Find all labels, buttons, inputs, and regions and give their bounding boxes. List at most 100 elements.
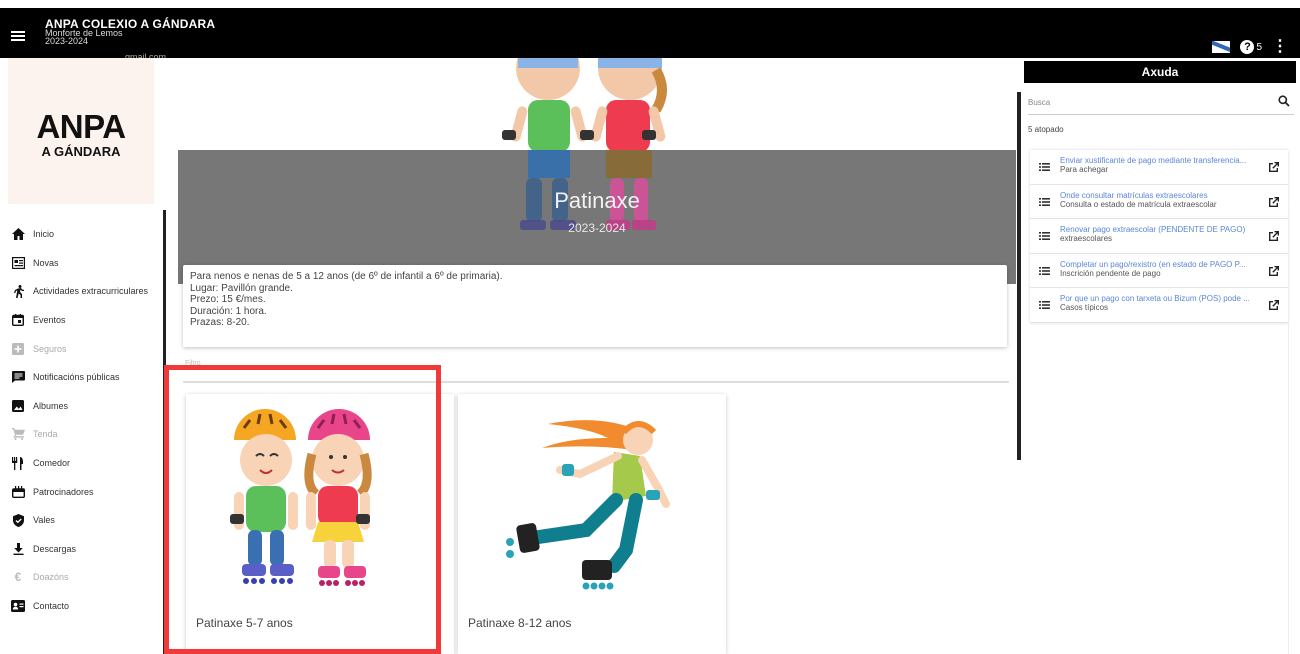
- sidebar-item-actividades[interactable]: Actividades extracurriculares: [11, 277, 171, 306]
- sidebar-item-label: Descargas: [33, 543, 77, 554]
- group-label: Patinaxe 8-12 anos: [468, 616, 572, 630]
- sidebar-item-label: Novas: [33, 257, 59, 268]
- sidebar-item-comedor[interactable]: Comedor: [11, 449, 171, 478]
- list-icon: [1039, 232, 1050, 240]
- org-logo[interactable]: ANPA A GÁNDARA: [8, 58, 154, 204]
- list-icon: [1039, 163, 1050, 171]
- group-image: [458, 394, 726, 604]
- help-result-item[interactable]: Por que un pago con tarxeta ou Bizum (PO…: [1030, 288, 1288, 323]
- sidebar-item-vales[interactable]: Vales: [11, 506, 171, 535]
- help-result-item[interactable]: Onde consultar matrículas extraescolares…: [1030, 185, 1288, 219]
- help-scrollbar[interactable]: [1288, 205, 1289, 654]
- header-actions: ? 5 ⋮: [1212, 39, 1288, 55]
- main-scrollbar[interactable]: [1017, 92, 1021, 460]
- open-external-icon[interactable]: [1268, 265, 1280, 277]
- runner-icon: [11, 284, 25, 298]
- sidebar-scrollbar[interactable]: [163, 210, 166, 654]
- help-result-item[interactable]: Completar un pago/rexistro (en estado de…: [1030, 254, 1288, 288]
- list-icon: [1039, 266, 1050, 275]
- sidebar-item-label: Tenda: [33, 429, 58, 440]
- sidebar-item-label: Seguros: [33, 343, 67, 354]
- help-result-title[interactable]: Onde consultar matrículas extraescolares: [1060, 191, 1260, 200]
- hero-overlay-art: [520, 150, 656, 230]
- open-external-icon[interactable]: [1268, 161, 1280, 173]
- sidebar-item-novas[interactable]: Novas: [11, 249, 171, 278]
- filter-divider: [183, 381, 1009, 383]
- group-card-5-7[interactable]: Patinaxe 5-7 anos: [186, 394, 454, 654]
- help-result-title[interactable]: Renovar pago extraescolar (PENDENTE DE P…: [1060, 225, 1260, 234]
- euro-icon: €: [14, 570, 22, 585]
- sidebar-item-contacto[interactable]: Contacto: [11, 592, 171, 621]
- description-line: Prazas: 8-20.: [190, 317, 250, 329]
- logo-main-text: ANPA: [36, 108, 126, 145]
- help-result-desc: Para achegar: [1060, 165, 1109, 174]
- activity-year: 2023-2024: [568, 221, 626, 235]
- sidebar-item-label: Comedor: [33, 458, 71, 469]
- activity-title: Patinaxe: [554, 188, 640, 213]
- sidebar-item-label: Contacto: [33, 601, 70, 612]
- sidebar-item-notificacions[interactable]: Notificacións públicas: [11, 363, 171, 392]
- description-line: Lugar: Pavillón grande.: [190, 282, 293, 294]
- description-line: Prezo: 15 €/mes.: [190, 294, 266, 306]
- main-content: Patinaxe 2023-2024 Para nenos e nenas de…: [178, 58, 1016, 654]
- help-result-desc: extraescolares: [1060, 234, 1113, 243]
- hamburger-menu-icon[interactable]: [11, 31, 25, 41]
- open-external-icon[interactable]: [1268, 299, 1280, 311]
- plus-box-icon: [11, 342, 25, 355]
- help-panel: Axuda Busca 5 atopado Enviar xustificant…: [1024, 61, 1296, 654]
- contact-icon: [11, 600, 25, 613]
- download-icon: [11, 542, 25, 555]
- help-results-list: Enviar xustificante de pago mediante tra…: [1030, 150, 1288, 323]
- list-icon: [1039, 301, 1050, 309]
- message-icon: [11, 371, 25, 384]
- help-result-item[interactable]: Renovar pago extraescolar (PENDENTE DE P…: [1030, 219, 1288, 254]
- sidebar-item-inicio[interactable]: Inicio: [11, 220, 171, 249]
- sidebar-item-eventos[interactable]: Eventos: [11, 306, 171, 335]
- sidebar-item-label: Notificacións públicas: [33, 372, 120, 383]
- open-external-icon[interactable]: [1268, 230, 1280, 242]
- sidebar-item-albumes[interactable]: Albumes: [11, 392, 171, 421]
- sidebar-item-label: Patrocinadores: [33, 486, 94, 497]
- language-flag-icon[interactable]: [1212, 41, 1231, 53]
- logo-sub-text: A GÁNDARA: [41, 144, 121, 159]
- activity-description-card: Para nenos e nenas de 5 a 12 anos (de 6º…: [183, 265, 1007, 347]
- help-count-badge: 5: [1256, 41, 1262, 53]
- open-external-icon[interactable]: [1268, 196, 1280, 208]
- news-icon: [11, 256, 25, 269]
- results-count: 5 atopado: [1028, 125, 1064, 134]
- org-year: 2023-2024: [45, 36, 89, 46]
- app-header: ANPA COLEXIO A GÁNDARA Monforte de Lemos…: [0, 8, 1300, 62]
- help-result-item[interactable]: Enviar xustificante de pago mediante tra…: [1030, 150, 1288, 185]
- sidebar-item-tenda[interactable]: Tenda: [11, 420, 171, 449]
- sidebar-nav: Inicio Novas Actividades extracurricular…: [11, 220, 171, 620]
- sidebar-item-doazons[interactable]: € Doazóns: [11, 563, 171, 592]
- sidebar-item-label: Eventos: [33, 315, 66, 326]
- help-result-desc: Casos típicos: [1060, 303, 1109, 312]
- help-search-input[interactable]: Busca: [1028, 98, 1050, 107]
- search-icon[interactable]: [1278, 95, 1290, 107]
- help-result-title[interactable]: Enviar xustificante de pago mediante tra…: [1060, 156, 1260, 165]
- description-line: Para nenos e nenas de 5 a 12 anos (de 6º…: [190, 271, 503, 282]
- help-result-title[interactable]: Por que un pago con tarxeta ou Bizum (PO…: [1060, 294, 1260, 303]
- sidebar-item-seguros[interactable]: Seguros: [11, 334, 171, 363]
- sidebar-item-patrocinadores[interactable]: Patrocinadores: [11, 477, 171, 506]
- image-icon: [11, 399, 25, 412]
- cart-icon: [11, 428, 25, 441]
- filter-label: Filtro: [185, 360, 201, 367]
- cake-icon: [11, 485, 25, 498]
- group-image: [186, 394, 454, 604]
- help-icon[interactable]: ?: [1240, 40, 1255, 54]
- help-result-desc: Inscrición pendente de pago: [1060, 268, 1161, 278]
- sidebar-item-descargas[interactable]: Descargas: [11, 535, 171, 564]
- list-icon: [1039, 197, 1050, 206]
- calendar-icon: [11, 314, 25, 327]
- help-result-title[interactable]: Completar un pago/rexistro (en estado de…: [1060, 260, 1260, 269]
- sidebar-item-label: Albumes: [33, 400, 69, 411]
- group-card-8-12[interactable]: Patinaxe 8-12 anos: [458, 394, 726, 654]
- hero-image-area: [178, 58, 1016, 152]
- sidebar-item-label: Doazóns: [33, 572, 69, 583]
- group-label: Patinaxe 5-7 anos: [196, 616, 293, 630]
- more-vert-icon[interactable]: ⋮: [1272, 39, 1288, 55]
- sidebar-item-label: Vales: [33, 515, 55, 526]
- cutlery-icon: [11, 456, 25, 470]
